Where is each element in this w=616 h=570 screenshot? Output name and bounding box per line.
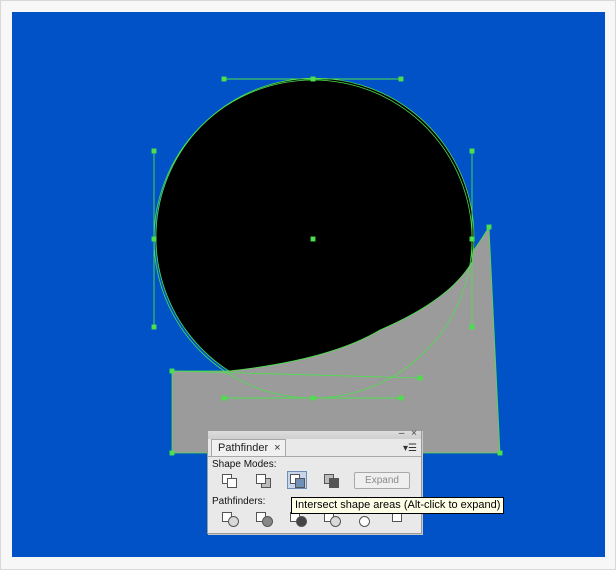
trim-icon[interactable] [254, 510, 273, 527]
tab-label: Pathfinder [218, 442, 269, 454]
shape-modes-row [220, 471, 340, 489]
tab-close-button[interactable]: × [274, 442, 280, 454]
tooltip: Intersect shape areas (Alt-click to expa… [291, 497, 505, 514]
exclude-icon[interactable] [322, 472, 340, 488]
intersect-icon[interactable] [287, 471, 307, 489]
panel-title-bar[interactable] [208, 431, 421, 439]
close-button[interactable]: × [411, 428, 417, 439]
tab-pathfinder[interactable]: Pathfinder × [211, 439, 286, 457]
minimize-button[interactable]: ‒ [399, 428, 405, 439]
expand-button[interactable]: Expand [354, 472, 410, 489]
pathfinders-label: Pathfinders: [212, 496, 266, 507]
panel-controls: ‒ × [395, 428, 417, 439]
shape-modes-label: Shape Modes: [212, 459, 277, 470]
pathfinder-panel: ‒ × Pathfinder × ▾☰ Shape Modes: Expand P… [207, 428, 422, 534]
minus-front-icon[interactable] [254, 472, 272, 488]
divide-icon[interactable] [220, 510, 239, 527]
unite-icon[interactable] [220, 472, 238, 488]
panel-menu-icon[interactable]: ▾☰ [403, 443, 417, 454]
tab-divider [208, 456, 421, 457]
